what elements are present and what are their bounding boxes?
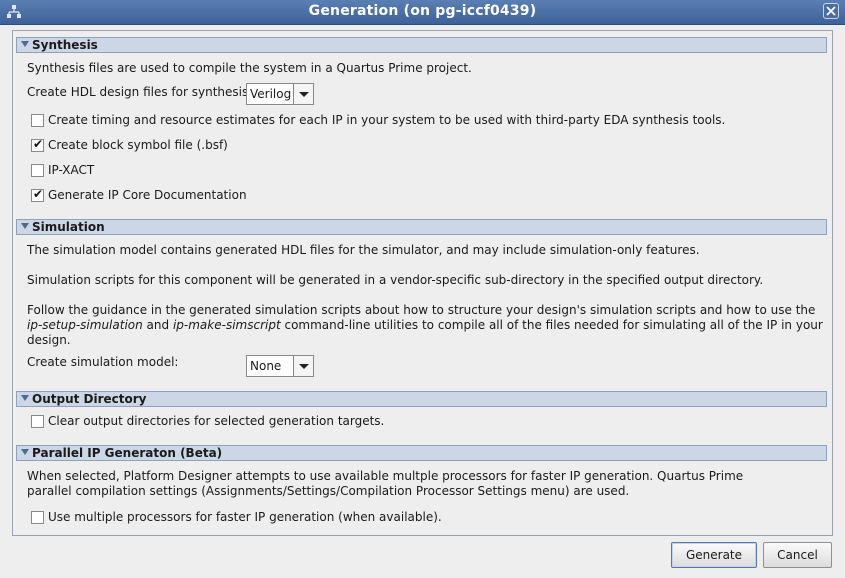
parallel-description-1: When selected, Platform Designer attempt…: [27, 469, 744, 483]
window-title: Generation (on pg-iccf0439): [308, 3, 537, 19]
section-title: Simulation: [32, 220, 105, 234]
hdl-language-select[interactable]: Verilog: [246, 83, 314, 105]
ip-core-doc-label: Generate IP Core Documentation: [48, 188, 247, 202]
simulation-description-3c: design.: [27, 333, 71, 347]
section-header-output-directory[interactable]: Output Directory: [16, 391, 827, 407]
clear-output-checkbox[interactable]: [31, 415, 44, 428]
block-symbol-label: Create block symbol file (.bsf): [48, 138, 228, 152]
cancel-button[interactable]: Cancel: [763, 542, 832, 568]
simulation-description-1: The simulation model contains generated …: [27, 243, 700, 257]
simulation-model-select[interactable]: None: [246, 355, 314, 377]
section-header-parallel-ip[interactable]: Parallel IP Generaton (Beta): [16, 445, 827, 461]
checkmark-icon: ✔: [33, 137, 44, 151]
collapse-triangle-icon: [21, 223, 29, 229]
ip-setup-simulation-term: ip-setup-simulation: [27, 318, 143, 332]
block-symbol-checkbox[interactable]: ✔: [31, 137, 44, 152]
synthesis-description: Synthesis files are used to compile the …: [27, 61, 472, 75]
hdl-language-value: Verilog: [250, 87, 292, 101]
collapse-triangle-icon: [21, 449, 29, 455]
timing-estimates-checkbox[interactable]: [31, 114, 44, 127]
simulation-model-label: Create simulation model:: [27, 355, 179, 369]
chevron-down-icon: [293, 356, 313, 376]
simulation-description-3a: Follow the guidance in the generated sim…: [27, 303, 816, 317]
ip-core-doc-checkbox[interactable]: ✔: [31, 187, 44, 202]
chevron-down-icon: [293, 84, 313, 104]
clear-output-label: Clear output directories for selected ge…: [48, 414, 385, 428]
section-title: Output Directory: [32, 392, 147, 406]
ip-make-simscript-term: ip-make-simscript: [172, 318, 281, 332]
multiple-processors-checkbox[interactable]: [31, 511, 44, 524]
simulation-model-value: None: [250, 359, 282, 373]
parallel-description-2: parallel compilation settings (Assignmen…: [27, 484, 630, 498]
section-title: Synthesis: [32, 38, 98, 52]
hdl-label: Create HDL design files for synthesis:: [27, 85, 253, 99]
section-title: Parallel IP Generaton (Beta): [32, 446, 223, 460]
simulation-description-2: Simulation scripts for this component wi…: [27, 273, 764, 287]
multiple-processors-label: Use multiple processors for faster IP ge…: [48, 510, 442, 524]
collapse-triangle-icon: [21, 395, 29, 401]
conjunction-text: and: [142, 318, 173, 332]
simulation-description-3b-rest: command-line utilities to compile all of…: [280, 318, 823, 332]
ip-xact-checkbox[interactable]: [31, 164, 44, 177]
section-header-simulation[interactable]: Simulation: [16, 219, 827, 235]
section-header-synthesis[interactable]: Synthesis: [16, 37, 827, 53]
collapse-triangle-icon: [21, 41, 29, 47]
timing-estimates-label: Create timing and resource estimates for…: [48, 113, 726, 127]
checkmark-icon: ✔: [33, 187, 44, 201]
ip-xact-label: IP-XACT: [48, 163, 95, 177]
generate-button[interactable]: Generate: [671, 542, 757, 568]
close-button[interactable]: [823, 3, 839, 19]
title-bar: Generation (on pg-iccf0439): [0, 0, 845, 25]
simulation-description-3b: ip-setup-simulation and ip-make-simscrip…: [27, 318, 823, 333]
close-icon: [826, 6, 836, 16]
